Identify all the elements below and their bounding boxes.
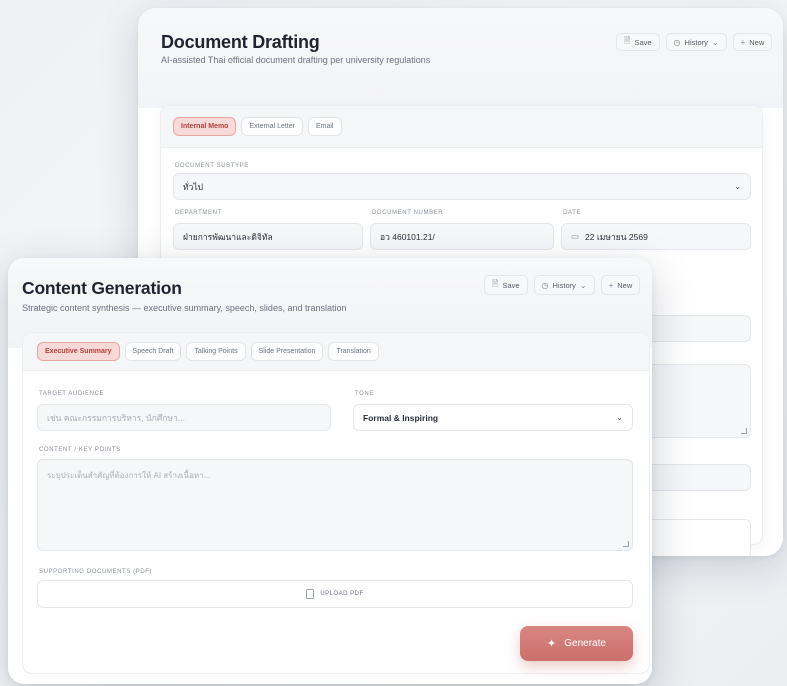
content-textarea[interactable]: ระบุประเด็นสำคัญที่ต้องการให้ AI สร้างเน… [37,459,633,551]
history-icon: ◷ [673,37,681,47]
drafting-history-button[interactable]: ◷ History ⌄ [665,33,727,51]
supporting-docs-label: SUPPORTING DOCUMENTS (PDF) [39,569,153,575]
resize-handle-icon [623,541,629,547]
document-number-label: DOCUMENT NUMBER [372,210,444,216]
save-icon: 🗎 [624,36,631,45]
generation-save-button[interactable]: 🗎 Save [484,275,528,295]
chevron-down-icon: ⌄ [616,413,623,422]
upload-pdf-button[interactable]: UPLOAD PDF [37,580,633,608]
chevron-down-icon: ⌄ [579,280,587,290]
generate-button[interactable]: ✦ Generate [520,626,633,661]
drafting-new-label: New [749,37,765,47]
tab-slide-presentation[interactable]: Slide Presentation [250,342,324,361]
resize-handle-icon [741,428,747,434]
subtype-select[interactable]: ทั่วไป ⌄ [173,173,751,200]
drafting-save-label: Save [634,37,652,47]
file-icon [306,589,315,599]
audience-label: TARGET AUDIENCE [39,391,105,397]
content-placeholder: ระบุประเด็นสำคัญที่ต้องการให้ AI สร้างเน… [47,471,211,480]
document-number-value: อว 460101.21/ [380,231,435,242]
tab-speech-draft[interactable]: Speech Draft [124,342,182,361]
generation-header-actions: 🗎 Save ◷ History ⌄ + New [484,275,641,295]
sparkle-icon: ✦ [547,638,557,650]
generation-save-label: Save [502,280,520,290]
tab-email[interactable]: Email [307,117,342,136]
chevron-down-icon: ⌄ [734,182,741,191]
plus-icon: + [608,280,614,290]
upload-pdf-label: UPLOAD PDF [320,591,364,597]
drafting-header-actions: 🗎 Save ◷ History ⌄ + New [616,33,773,51]
document-number-field[interactable]: อว 460101.21/ [370,223,554,250]
drafting-new-button[interactable]: + New [732,33,773,51]
department-value: ฝ่ายการพัฒนาและดิจิทัล [183,231,273,242]
date-label: DATE [563,210,581,216]
tab-translation[interactable]: Translation [328,342,379,361]
generation-history-label: History [552,280,576,290]
department-label: DEPARTMENT [175,210,222,216]
generation-subtitle: Strategic content synthesis — executive … [22,303,347,313]
plus-icon: + [740,37,746,47]
drafting-title: Document Drafting [161,32,320,52]
generation-new-label: New [617,280,633,290]
drafting-tabs: Internal Memo External Letter Email [173,117,342,136]
generate-label: Generate [564,638,606,649]
generation-tabs: Executive Summary Speech Draft Talking P… [37,342,379,361]
content-label: CONTENT / KEY POINTS [39,447,121,453]
tone-label: TONE [355,391,374,397]
date-field[interactable]: ▭ 22 เมษายน 2569 [561,223,751,250]
tab-executive-summary[interactable]: Executive Summary [37,342,120,361]
tab-internal-memo[interactable]: Internal Memo [173,117,237,136]
date-value: 22 เมษายน 2569 [585,231,648,242]
calendar-icon: ▭ [571,231,580,241]
save-icon: 🗎 [492,279,499,288]
history-icon: ◷ [541,280,549,290]
audience-input[interactable]: เช่น คณะกรรมการบริหาร, นักศึกษา... [37,404,331,431]
tab-external-letter[interactable]: External Letter [241,117,303,136]
generation-title: Content Generation [22,278,182,298]
drafting-save-button[interactable]: 🗎 Save [616,33,660,51]
subtype-label: DOCUMENT SUBTYPE [175,163,249,169]
generation-form-panel: Executive Summary Speech Draft Talking P… [22,332,650,674]
generation-history-button[interactable]: ◷ History ⌄ [533,275,595,295]
department-field[interactable]: ฝ่ายการพัฒนาและดิจิทัล [173,223,363,250]
generation-new-button[interactable]: + New [600,275,641,295]
drafting-subtitle: AI-assisted Thai official document draft… [161,55,431,65]
tone-value: Formal & Inspiring [363,412,439,423]
content-generation-window: Content Generation Strategic content syn… [8,258,652,684]
audience-placeholder: เช่น คณะกรรมการบริหาร, นักศึกษา... [47,412,185,423]
drafting-history-label: History [684,37,708,47]
tab-talking-points[interactable]: Talking Points [186,342,246,361]
subtype-value: ทั่วไป [183,181,204,192]
chevron-down-icon: ⌄ [711,37,719,47]
tone-select[interactable]: Formal & Inspiring ⌄ [353,404,633,431]
